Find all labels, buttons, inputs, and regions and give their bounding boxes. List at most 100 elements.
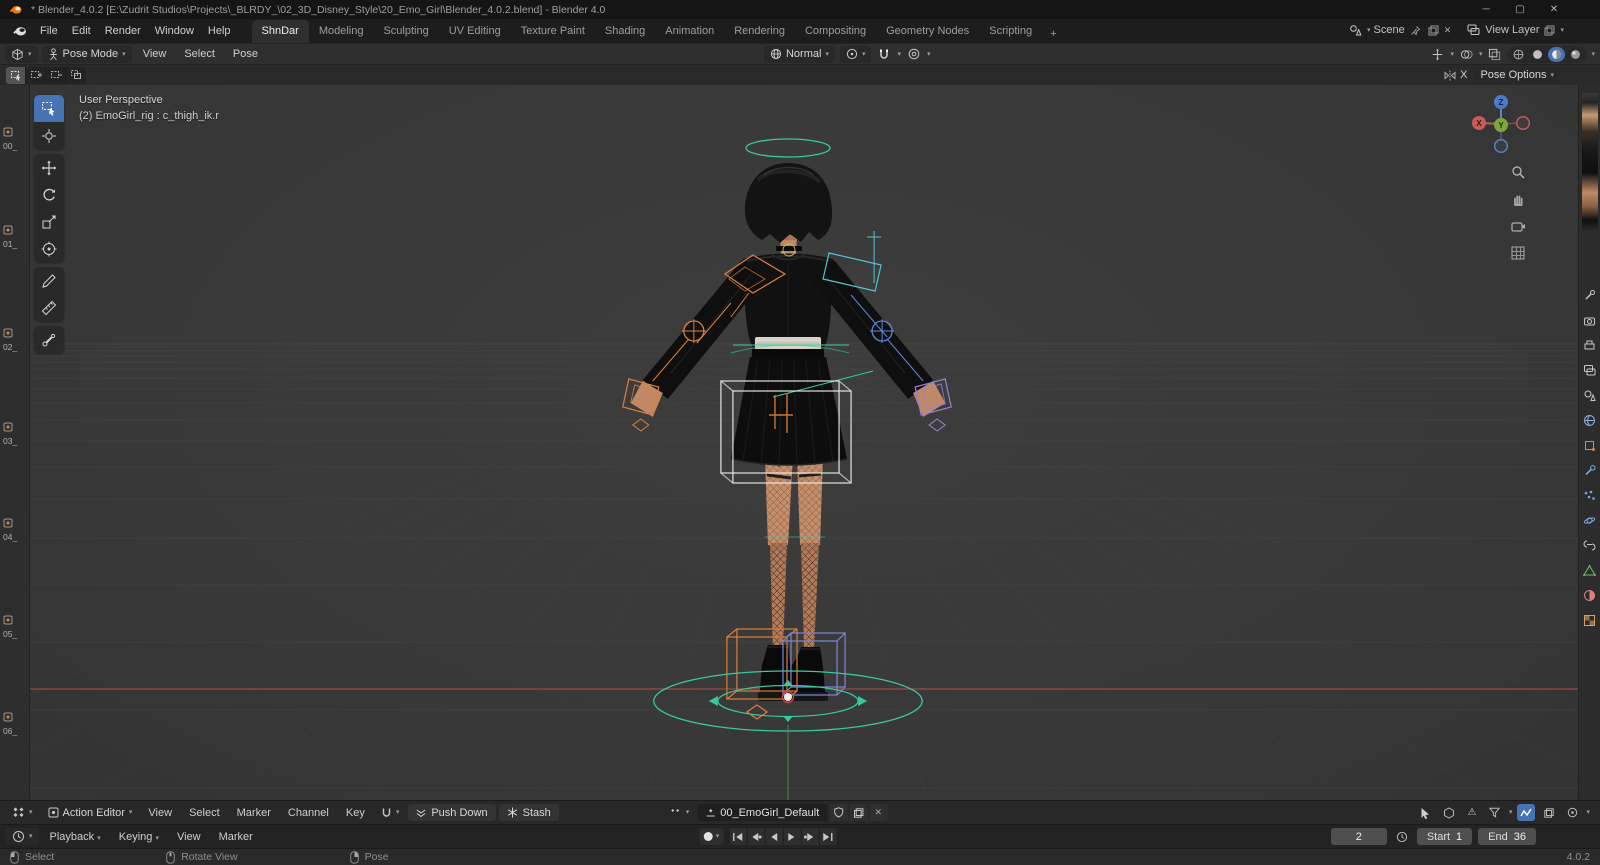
- filter-chevron[interactable]: ▾: [1509, 809, 1513, 816]
- tab-material[interactable]: [1581, 587, 1599, 603]
- jump-to-end-button[interactable]: [819, 828, 837, 845]
- dope-menu-select[interactable]: Select: [182, 805, 227, 821]
- gizmos-chevron[interactable]: ▾: [1450, 51, 1454, 58]
- tool-scale[interactable]: [34, 208, 64, 235]
- maximize-button[interactable]: ▢: [1503, 0, 1537, 19]
- select-mode-set-button[interactable]: [6, 66, 26, 84]
- tab-particles[interactable]: [1581, 487, 1599, 503]
- tab-object[interactable]: [1581, 437, 1599, 453]
- close-button[interactable]: ✕: [1537, 0, 1571, 19]
- viewport-3d[interactable]: User Perspective (2) EmoGirl_rig : c_thi…: [30, 85, 1578, 800]
- auto-keying-toggle[interactable]: ▾: [699, 828, 724, 845]
- dope-menu-key[interactable]: Key: [339, 805, 372, 821]
- shading-wireframe-button[interactable]: [1510, 47, 1527, 62]
- only-errors-icon[interactable]: ⚠: [1463, 804, 1481, 821]
- workspace-tab-modeling[interactable]: Modeling: [309, 20, 374, 43]
- new-scene-icon[interactable]: [1426, 24, 1441, 37]
- proportional-chevron[interactable]: ▾: [927, 51, 931, 58]
- start-frame-field[interactable]: Start 1: [1416, 828, 1473, 845]
- proportional-toggle-icon[interactable]: [1563, 804, 1581, 821]
- browse-action-button[interactable]: ▾: [664, 804, 696, 821]
- timeline-editor-type-button[interactable]: ▾: [6, 828, 39, 845]
- dope-menu-view[interactable]: View: [141, 805, 179, 821]
- menu-edit[interactable]: Edit: [65, 22, 98, 40]
- play-button[interactable]: [783, 828, 801, 845]
- workspace-tab-animation[interactable]: Animation: [655, 20, 724, 43]
- action-name-field[interactable]: 00_EmoGirl_Default: [697, 804, 828, 821]
- pan-hand-icon[interactable]: [1509, 190, 1527, 208]
- workspace-tab-geometry-nodes[interactable]: Geometry Nodes: [876, 20, 979, 43]
- tool-select-box[interactable]: [34, 95, 64, 122]
- workspace-tab-rendering[interactable]: Rendering: [724, 20, 795, 43]
- list-item[interactable]: 04_: [3, 518, 29, 542]
- select-mode-extend-button[interactable]: [26, 66, 46, 84]
- shading-solid-button[interactable]: [1529, 47, 1546, 62]
- overlays-icon[interactable]: [1458, 47, 1475, 62]
- play-reverse-button[interactable]: [765, 828, 783, 845]
- list-item[interactable]: 03_: [3, 422, 29, 446]
- list-item[interactable]: 05_: [3, 615, 29, 639]
- mirror-axis-toggle[interactable]: X: [1444, 69, 1467, 81]
- menu-window[interactable]: Window: [148, 22, 201, 40]
- list-item[interactable]: 00_: [3, 127, 29, 151]
- dope-menu-marker[interactable]: Marker: [230, 805, 278, 821]
- tool-transform[interactable]: [34, 235, 64, 262]
- menu-pose[interactable]: Pose: [226, 46, 265, 62]
- tool-pose-breakdowner[interactable]: [34, 326, 64, 353]
- tab-object-data[interactable]: [1581, 562, 1599, 578]
- gizmos-icon[interactable]: [1429, 47, 1446, 62]
- pivot-dropdown[interactable]: ▾: [839, 45, 872, 63]
- new-view-layer-icon[interactable]: [1542, 24, 1557, 37]
- shading-chevron[interactable]: ▾: [1591, 51, 1595, 58]
- action-editor-mode-dropdown[interactable]: Action Editor ▾: [41, 804, 139, 821]
- timeline-menu-keying[interactable]: Keying ▾: [112, 829, 166, 845]
- new-action-button[interactable]: [849, 804, 868, 821]
- current-frame-field[interactable]: 2: [1330, 828, 1387, 845]
- dope-extra-chevron[interactable]: ▾: [1586, 809, 1590, 816]
- list-item[interactable]: 01_: [3, 225, 29, 249]
- tab-physics[interactable]: [1581, 512, 1599, 528]
- show-hidden-icon[interactable]: [1440, 804, 1458, 821]
- copy-icon[interactable]: [1540, 804, 1558, 821]
- unlink-scene-button[interactable]: ✕: [1444, 25, 1452, 35]
- tool-cursor[interactable]: [34, 122, 64, 149]
- unlink-action-button[interactable]: ✕: [869, 804, 888, 821]
- timeline-menu-playback[interactable]: Playback ▾: [43, 829, 108, 845]
- left-channel-strip[interactable]: 00_ 01_ 02_ 03_ 04_ 05_ 06_: [0, 85, 30, 800]
- workspace-tab-shndar[interactable]: ShnDar: [251, 20, 309, 43]
- end-frame-field[interactable]: End 36: [1478, 828, 1536, 845]
- tab-tool[interactable]: [1581, 287, 1599, 303]
- stash-button[interactable]: Stash: [498, 804, 559, 821]
- menu-file[interactable]: File: [33, 22, 65, 40]
- proportional-edit-icon[interactable]: [906, 47, 922, 61]
- tool-annotate[interactable]: [34, 267, 64, 294]
- tab-modifiers[interactable]: [1581, 462, 1599, 478]
- timeline-menu-marker[interactable]: Marker: [212, 829, 260, 845]
- shading-material-button[interactable]: [1548, 46, 1566, 62]
- tool-measure[interactable]: [34, 294, 64, 321]
- view-layer-name[interactable]: View Layer: [1485, 24, 1539, 36]
- tab-constraints[interactable]: [1581, 537, 1599, 553]
- use-preview-range-icon[interactable]: [1393, 828, 1411, 845]
- fake-user-button[interactable]: [829, 804, 848, 821]
- workspace-tab-shading[interactable]: Shading: [595, 20, 655, 43]
- blender-menu-button[interactable]: [6, 25, 33, 37]
- menu-view[interactable]: View: [136, 46, 174, 62]
- tab-render[interactable]: [1581, 312, 1599, 328]
- dope-editor-type-button[interactable]: ▾: [6, 804, 39, 821]
- tab-texture[interactable]: [1581, 612, 1599, 628]
- tab-view-layer[interactable]: [1581, 362, 1599, 378]
- tool-move[interactable]: [34, 154, 64, 181]
- menu-render[interactable]: Render: [98, 22, 148, 40]
- editor-type-button[interactable]: ▾: [5, 45, 38, 63]
- list-item[interactable]: 02_: [3, 328, 29, 352]
- xray-toggle-icon[interactable]: [1486, 47, 1503, 62]
- orientation-dropdown[interactable]: Normal ▾: [763, 45, 835, 63]
- pin-icon[interactable]: [1408, 24, 1423, 37]
- snap-magnet-icon[interactable]: [876, 47, 892, 62]
- properties-tab-strip[interactable]: [1578, 85, 1600, 800]
- menu-select[interactable]: Select: [177, 46, 222, 62]
- tab-world[interactable]: [1581, 412, 1599, 428]
- mode-dropdown[interactable]: Pose Mode ▾: [41, 45, 132, 63]
- menu-help[interactable]: Help: [201, 22, 238, 40]
